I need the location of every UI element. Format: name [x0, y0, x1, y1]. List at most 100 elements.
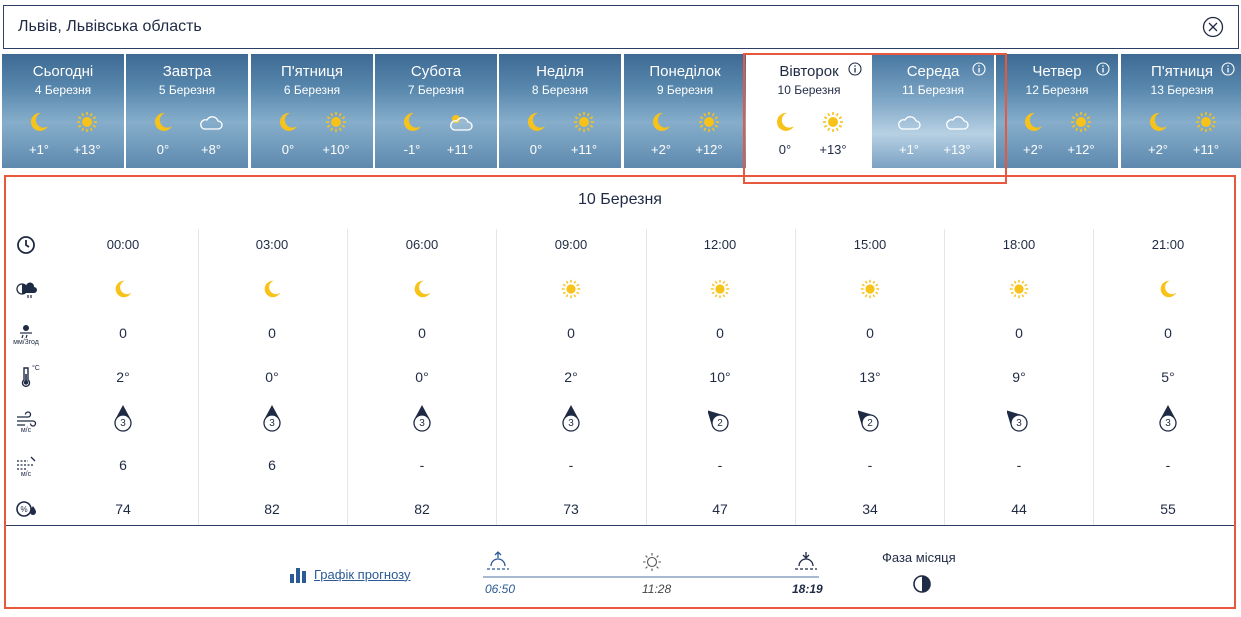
- daylight-line: [483, 576, 819, 578]
- info-icon[interactable]: [972, 62, 986, 76]
- moon-icon: [1160, 280, 1177, 298]
- day-date: 12 Березня: [1025, 83, 1089, 97]
- sky-icon: [16, 282, 37, 298]
- wind-speed: 3: [419, 418, 425, 429]
- column-divider: [795, 229, 796, 525]
- day-max-temp: +13°: [73, 142, 101, 157]
- hour-precip: 0: [1164, 325, 1172, 341]
- wind-speed: 3: [120, 418, 126, 429]
- day-tab-3[interactable]: Субота 7 Березня -1° +11°: [375, 54, 497, 168]
- day-name: П'ятниця: [280, 63, 343, 80]
- moon-phase-icon: [913, 575, 931, 593]
- detail-footer: Графік прогнозу 06:50 11:28 18:19 Фаза м…: [6, 526, 1234, 609]
- moon-icon: [403, 112, 421, 131]
- location-text[interactable]: Львів, Львівська область: [18, 18, 202, 36]
- sun-icon: [326, 112, 346, 132]
- hour-time: 18:00: [1002, 237, 1036, 252]
- wind-speed: 2: [717, 418, 723, 429]
- sunset-icon: [795, 552, 817, 570]
- cloud-icon: [200, 116, 223, 130]
- day-max-temp: +10°: [322, 142, 350, 157]
- moon-icon: [527, 112, 545, 131]
- hour-humidity: 82: [264, 501, 280, 517]
- hour-humidity: 47: [712, 501, 728, 517]
- day-tab-8[interactable]: Четвер 12 Березня +2° +12°: [996, 54, 1118, 168]
- day-min-temp: -1°: [403, 142, 421, 157]
- hour-humidity: 34: [862, 501, 878, 517]
- hour-humidity: 55: [1160, 501, 1176, 517]
- hour-temp: 0°: [265, 369, 279, 385]
- info-icon[interactable]: [848, 62, 862, 76]
- sun-icon: [561, 279, 581, 299]
- day-min-temp: 0°: [529, 142, 543, 157]
- hour-precip: 0: [866, 325, 874, 341]
- day-min-temp: +2°: [1022, 142, 1044, 157]
- hour-humidity: 73: [563, 501, 579, 517]
- hour-gust: -: [419, 457, 425, 473]
- column-divider: [347, 229, 348, 525]
- detail-title: 10 Березня: [578, 191, 662, 208]
- partly-cloudy-icon: [450, 115, 473, 131]
- day-max-temp: +8°: [200, 142, 222, 157]
- hour-time: 06:00: [405, 237, 439, 252]
- day-tab-0[interactable]: Сьогодні 4 Березня +1° +13°: [2, 54, 124, 168]
- unit-caption: м/с: [20, 471, 32, 478]
- day-date: 11 Березня: [901, 83, 965, 97]
- day-name: Сьогодні: [32, 63, 94, 80]
- day-tab-4[interactable]: Неділя 8 Березня 0° +11°: [499, 54, 621, 168]
- hour-precip: 0: [268, 325, 276, 341]
- column-divider: [1093, 229, 1094, 525]
- day-date: 6 Березня: [283, 83, 341, 97]
- sun-icon: [823, 112, 843, 132]
- info-icon[interactable]: [1096, 62, 1110, 76]
- hour-temp: 2°: [564, 369, 578, 385]
- sun-icon: [574, 112, 594, 132]
- humidity-icon: %: [16, 501, 36, 517]
- day-tab-6[interactable]: Вівторок 10 Березня 0° +13°: [748, 54, 870, 168]
- forecast-chart-link[interactable]: Графік прогнозу: [289, 565, 410, 583]
- info-icon[interactable]: [1221, 62, 1235, 76]
- sunrise-icon: [487, 551, 509, 570]
- hour-gust: -: [1165, 457, 1171, 473]
- hour-gust: 6: [119, 457, 127, 473]
- sun-icon: [77, 112, 97, 132]
- close-icon[interactable]: [1202, 16, 1224, 38]
- column-divider: [944, 229, 945, 525]
- noon-time: 11:28: [642, 582, 672, 596]
- moon-icon: [1149, 112, 1167, 131]
- moon-icon: [1024, 112, 1042, 131]
- day-min-temp: 0°: [156, 142, 170, 157]
- sunset-time: 18:19: [792, 582, 823, 596]
- hour-gust: 6: [268, 457, 276, 473]
- day-tab-9[interactable]: П'ятниця 13 Березня +2° +11°: [1121, 54, 1241, 168]
- day-min-temp: +1°: [898, 142, 920, 157]
- hour-time: 00:00: [106, 237, 140, 252]
- hour-precip: 0: [1015, 325, 1023, 341]
- hour-humidity: 82: [414, 501, 430, 517]
- day-name: Субота: [410, 63, 462, 80]
- day-tab-5[interactable]: Понеділок 9 Березня +2° +12°: [624, 54, 746, 168]
- moon-icon: [279, 112, 297, 131]
- sun-icon: [860, 279, 880, 299]
- hour-precip: 0: [567, 325, 575, 341]
- moon-icon: [30, 112, 48, 131]
- moon-icon: [264, 280, 281, 298]
- clock-icon: [17, 236, 35, 254]
- day-tab-2[interactable]: П'ятниця 6 Березня 0° +10°: [251, 54, 373, 168]
- day-tab-1[interactable]: Завтра 5 Березня 0° +8°: [126, 54, 248, 168]
- day-max-temp: +11°: [570, 142, 598, 157]
- sunrise-time: 06:50: [485, 582, 516, 596]
- unit-caption: м/с: [20, 427, 32, 434]
- column-divider: [198, 229, 199, 525]
- day-date: 5 Березня: [158, 83, 216, 97]
- hour-gust: -: [717, 457, 723, 473]
- day-tab-7[interactable]: Середа 11 Березня +1° +13°: [872, 54, 994, 168]
- column-divider: [646, 229, 647, 525]
- forecast-chart-label: Графік прогнозу: [314, 566, 411, 582]
- location-search-bar[interactable]: Львів, Львівська область: [3, 5, 1239, 49]
- hour-temp: 13°: [859, 369, 881, 385]
- hour-humidity: 44: [1011, 501, 1027, 517]
- sun-icon: [699, 112, 719, 132]
- day-min-temp: +1°: [28, 142, 50, 157]
- day-name: Завтра: [162, 63, 212, 80]
